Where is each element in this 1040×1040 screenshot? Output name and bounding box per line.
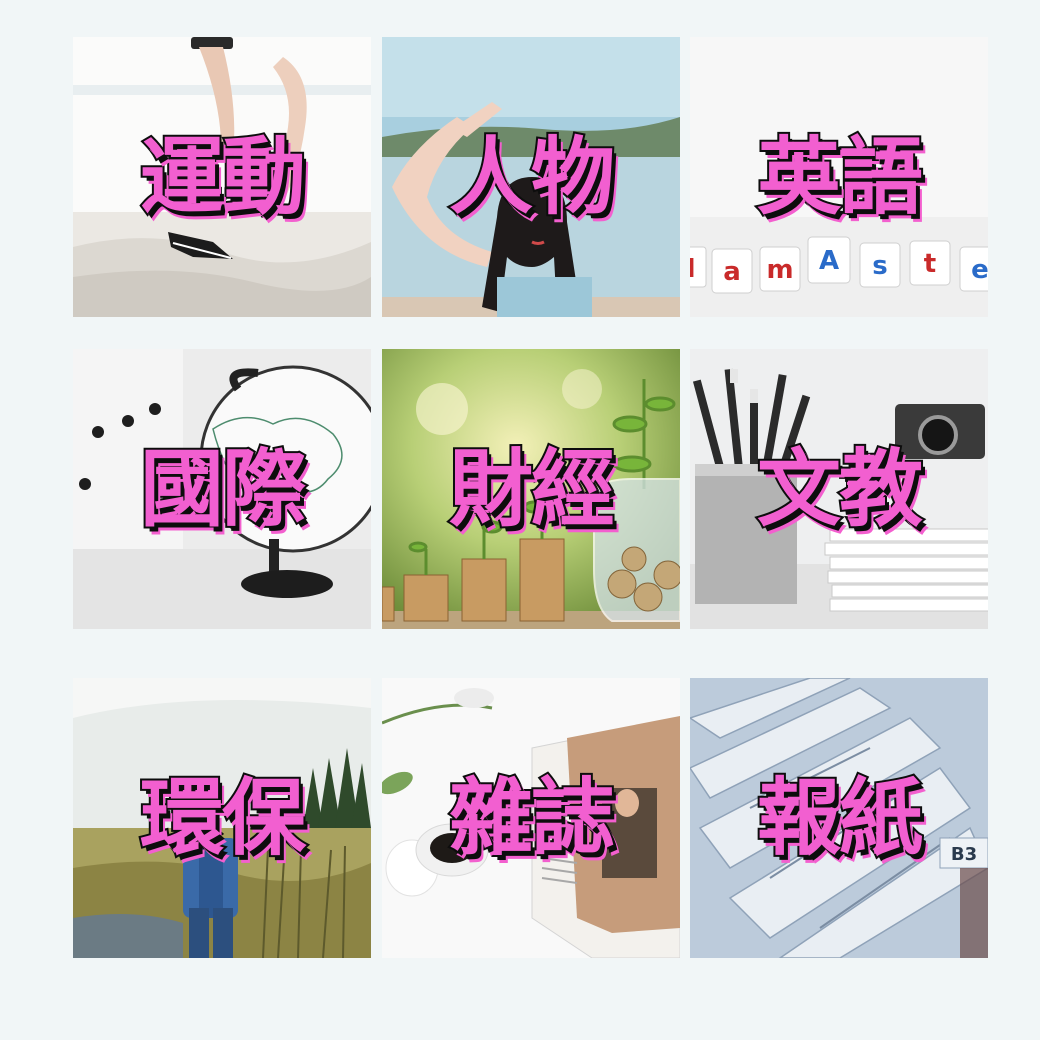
category-label: 財經 (447, 440, 617, 538)
category-label: 雜誌 (447, 769, 617, 867)
svg-text:m: m (766, 255, 793, 285)
category-tile-culture-education[interactable]: 文教 (690, 349, 988, 629)
category-tile-people[interactable]: 人物 (382, 37, 680, 317)
svg-text:a: a (723, 257, 741, 287)
svg-text:t: t (924, 249, 936, 279)
category-tile-magazine[interactable]: 雜誌 (382, 678, 680, 958)
category-label: 運動 (138, 128, 308, 226)
category-tile-newspaper[interactable]: B3 報紙 (690, 678, 988, 958)
category-tile-english[interactable]: I a m A s t e 英語 (690, 37, 988, 317)
svg-text:s: s (872, 251, 887, 281)
category-tile-sports[interactable]: 運動 (73, 37, 371, 317)
svg-text:A: A (819, 246, 839, 276)
category-label: 報紙 (755, 769, 925, 867)
category-tile-international[interactable]: 國際 (73, 349, 371, 629)
category-label: 人物 (447, 128, 617, 226)
category-label: 英語 (755, 128, 925, 226)
category-tile-finance[interactable]: 財經 (382, 349, 680, 629)
svg-text:e: e (971, 255, 988, 285)
category-label: 環保 (138, 769, 308, 867)
category-label: 國際 (138, 440, 308, 538)
category-tile-environment[interactable]: 環保 (73, 678, 371, 958)
svg-text:I: I (690, 254, 696, 284)
category-label: 文教 (755, 440, 925, 538)
